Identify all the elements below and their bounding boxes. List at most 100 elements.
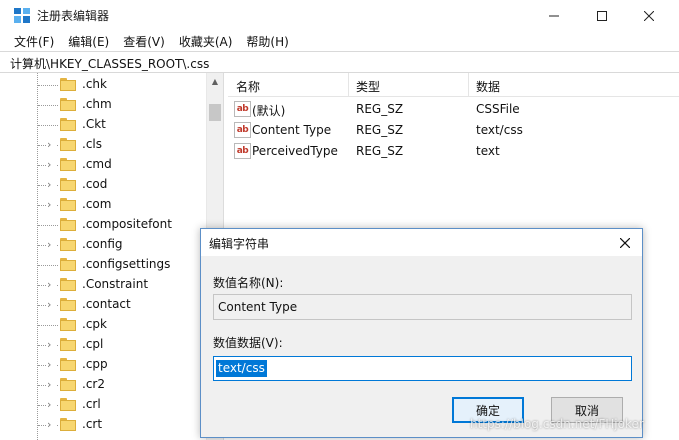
chevron-right-icon[interactable]: › [47,198,57,212]
tree-item[interactable]: › .contact [0,295,206,315]
column-name[interactable]: 名称 [236,78,260,95]
value-name-cell: Content Type [252,123,332,137]
tree-item-label: .cpk [82,317,107,331]
column-divider[interactable] [348,73,349,97]
tree-connector [38,225,58,226]
tree-item[interactable]: › .config [0,235,206,255]
tree-item[interactable]: .cpk [0,315,206,335]
value-row[interactable]: ab Content Type REG_SZ text/css [228,120,679,141]
address-bar[interactable]: 计算机\HKEY_CLASSES_ROOT\.css [0,51,679,73]
tree-item[interactable]: › .cpl [0,335,206,355]
menu-favorites[interactable]: 收藏夹(A) [172,31,240,51]
value-row[interactable]: ab PerceivedType REG_SZ text [228,141,679,162]
tree-item[interactable]: .configsettings [0,255,206,275]
registry-tree[interactable]: .chk .chm .Ckt › .cls › .cmd › .cod › .com .composi… [0,73,222,440]
folder-icon [60,138,76,151]
scroll-up-icon[interactable]: ▲ [207,73,223,89]
menu-view[interactable]: 查看(V) [116,31,172,51]
tree-item[interactable]: .chk [0,75,206,95]
folder-icon [60,158,76,171]
menu-edit[interactable]: 编辑(E) [61,31,116,51]
tree-item[interactable]: .chm [0,95,206,115]
folder-icon [60,198,76,211]
address-path[interactable]: 计算机\HKEY_CLASSES_ROOT\.css [10,55,209,72]
chevron-right-icon[interactable]: › [47,378,57,392]
column-divider[interactable] [468,73,469,97]
tree-connector [38,265,58,266]
chevron-right-icon[interactable]: › [47,278,57,292]
value-name-label: 数值名称(N): [213,276,284,290]
chevron-right-icon[interactable]: › [47,158,57,172]
value-name-cell: PerceivedType [252,144,338,158]
tree-item[interactable]: › .crt [0,415,206,435]
value-type-cell: REG_SZ [356,123,404,137]
chevron-right-icon[interactable]: › [47,418,57,432]
value-data-cell: CSSFile [476,102,520,116]
value-name-field: Content Type [213,294,632,320]
column-data[interactable]: 数据 [476,78,500,95]
value-row[interactable]: ab (默认) REG_SZ CSSFile [228,99,679,120]
tree-item-label: .chk [82,77,107,91]
chevron-right-icon[interactable]: › [47,238,57,252]
edit-string-dialog: 编辑字符串 数值名称(N): Content Type 数值数据(V): tex… [200,228,643,438]
tree-item-label: .Ckt [82,117,106,131]
close-button[interactable] [626,0,672,31]
title-bar: 注册表编辑器 [0,0,679,31]
tree-connector [38,85,58,86]
maximize-button[interactable] [579,0,625,31]
folder-icon [60,218,76,231]
tree-item-label: .crl [82,397,101,411]
scrollbar-thumb[interactable] [209,104,221,121]
value-data-cell: text [476,144,500,158]
tree-item-label: .cls [82,137,102,151]
chevron-right-icon[interactable]: › [47,338,57,352]
folder-icon [60,298,76,311]
tree-item[interactable]: › .crl [0,395,206,415]
tree-item[interactable]: › .Constraint [0,275,206,295]
watermark: https://blog.csdn.net/FHjoker [470,417,644,431]
close-icon [620,237,630,248]
tree-item[interactable]: › .cpp [0,355,206,375]
chevron-right-icon[interactable]: › [47,298,57,312]
tree-item-label: .cmd [82,157,112,171]
folder-icon [60,418,76,431]
folder-icon [60,178,76,191]
tree-item[interactable]: .Ckt [0,115,206,135]
column-type[interactable]: 类型 [356,78,380,95]
value-data-label: 数值数据(V): [213,336,283,350]
folder-icon [60,98,76,111]
folder-icon [60,358,76,371]
value-name-text: Content Type [218,300,298,314]
string-value-icon: ab [234,101,251,117]
folder-icon [60,238,76,251]
menu-file[interactable]: 文件(F) [0,31,61,51]
minimize-button[interactable] [531,0,577,31]
tree-item-label: .cpl [82,337,104,351]
string-value-icon: ab [234,143,251,159]
value-data-selected-text[interactable]: text/css [216,360,267,377]
chevron-right-icon[interactable]: › [47,178,57,192]
chevron-right-icon[interactable]: › [47,398,57,412]
menu-bar: 文件(F) 编辑(E) 查看(V) 收藏夹(A) 帮助(H) [0,31,679,51]
chevron-right-icon[interactable]: › [47,358,57,372]
menu-help[interactable]: 帮助(H) [239,31,295,51]
dialog-close-button[interactable] [612,231,638,254]
tree-item-label: .cr2 [82,377,105,391]
tree-item[interactable]: › .com [0,195,206,215]
tree-item[interactable]: › .cls [0,135,206,155]
maximize-icon [597,10,607,21]
folder-icon [60,118,76,131]
tree-item[interactable]: › .cmd [0,155,206,175]
dialog-title: 编辑字符串 [209,237,270,251]
minimize-icon [549,15,559,16]
tree-item[interactable]: › .cr2 [0,375,206,395]
tree-item[interactable]: › .cod [0,175,206,195]
folder-icon [60,278,76,291]
value-data-input[interactable]: text/css [213,356,632,381]
value-name-cell: (默认) [252,104,286,118]
tree-item[interactable]: .compositefont [0,215,206,235]
chevron-right-icon[interactable]: › [47,138,57,152]
list-header: 名称 类型 数据 [228,73,679,97]
tree-item-label: .Constraint [82,277,149,291]
tree-item-label: .compositefont [82,217,172,231]
